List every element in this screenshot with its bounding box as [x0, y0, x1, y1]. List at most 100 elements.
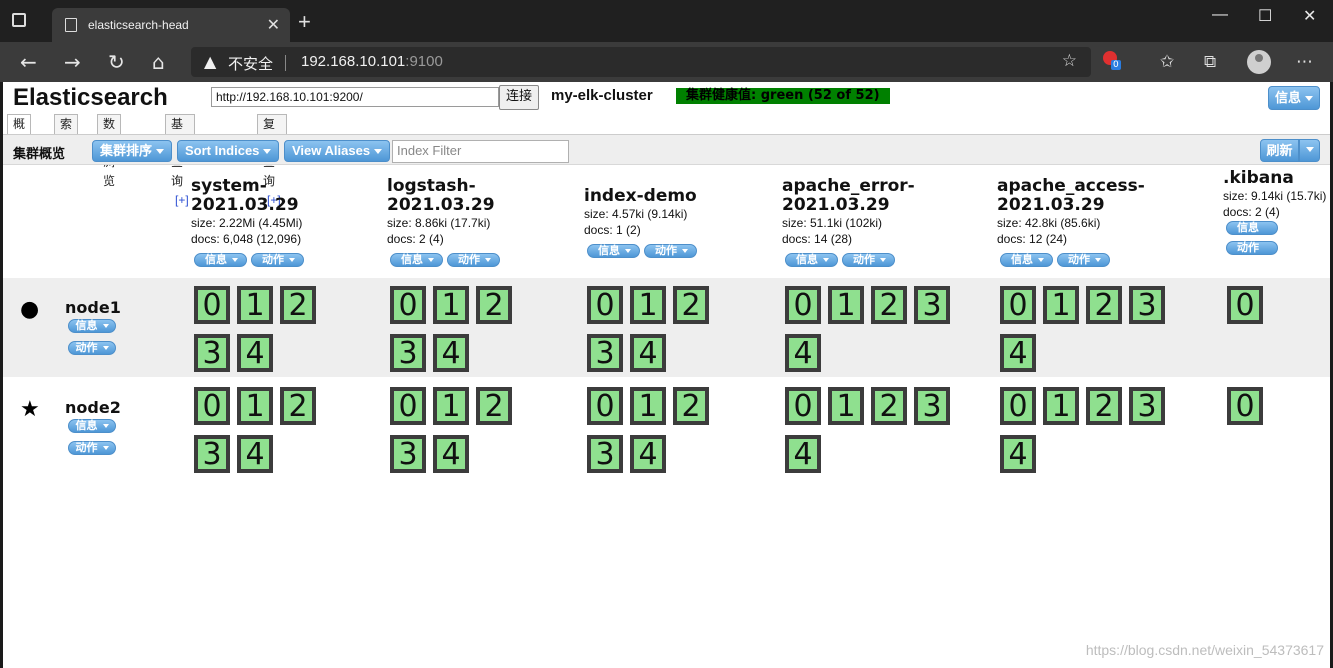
maximize-icon[interactable]: ☐: [1258, 6, 1272, 26]
index-info-button[interactable]: 信息: [1000, 253, 1053, 267]
shard-0[interactable]: 0: [587, 387, 623, 425]
shard-1[interactable]: 1: [237, 387, 273, 425]
shard-4[interactable]: 4: [433, 334, 469, 372]
shard-1[interactable]: 1: [828, 286, 864, 324]
shard-1[interactable]: 1: [1043, 387, 1079, 425]
shard-1[interactable]: 1: [433, 387, 469, 425]
avatar[interactable]: [1247, 50, 1271, 74]
tab-actions-icon[interactable]: [10, 10, 30, 30]
shard-2[interactable]: 2: [476, 286, 512, 324]
shard-0[interactable]: 0: [1227, 286, 1263, 324]
shard-1[interactable]: 1: [237, 286, 273, 324]
shard-4[interactable]: 4: [630, 435, 666, 473]
shard-4[interactable]: 4: [630, 334, 666, 372]
shard-1[interactable]: 1: [630, 387, 666, 425]
shard-3[interactable]: 3: [914, 387, 950, 425]
es-url-input[interactable]: http://192.168.10.101:9200/: [211, 87, 499, 107]
node-action-button[interactable]: 动作: [68, 441, 116, 455]
index-info-button[interactable]: 信息: [194, 253, 247, 267]
shard-0[interactable]: 0: [785, 387, 821, 425]
url-text[interactable]: 192.168.10.101:9100: [301, 53, 443, 70]
shard-0[interactable]: 0: [1000, 387, 1036, 425]
extension-icon[interactable]: 0: [1103, 51, 1123, 71]
index-action-button[interactable]: 动作: [644, 244, 697, 258]
index-action-button[interactable]: 动作: [447, 253, 500, 267]
shard-1[interactable]: 1: [828, 387, 864, 425]
shard-3[interactable]: 3: [390, 334, 426, 372]
index-info-button[interactable]: 信息: [587, 244, 640, 258]
shard-2[interactable]: 2: [673, 286, 709, 324]
more-icon[interactable]: ⋯: [1296, 52, 1313, 72]
shard-4[interactable]: 4: [1000, 334, 1036, 372]
tab-compound-query[interactable]: 复合查询[+]: [257, 114, 287, 207]
forward-icon[interactable]: →: [64, 50, 81, 74]
reload-icon[interactable]: ↻: [108, 50, 125, 74]
shard-3[interactable]: 3: [587, 435, 623, 473]
connect-button[interactable]: 连接: [499, 85, 540, 110]
shard-4[interactable]: 4: [433, 435, 469, 473]
collections-icon[interactable]: ⧉: [1204, 52, 1216, 72]
home-icon[interactable]: ⌂: [152, 50, 165, 74]
new-tab-icon[interactable]: +: [298, 9, 311, 35]
shard-1[interactable]: 1: [1043, 286, 1079, 324]
shard-0[interactable]: 0: [1227, 387, 1263, 425]
tab-indices[interactable]: 索引: [54, 114, 79, 150]
view-aliases-button[interactable]: View Aliases: [284, 140, 391, 162]
shard-3[interactable]: 3: [194, 334, 230, 372]
index-filter-input[interactable]: Index Filter: [392, 140, 569, 163]
shard-3[interactable]: 3: [587, 334, 623, 372]
index-info-button[interactable]: 信息: [390, 253, 443, 267]
node-action-button[interactable]: 动作: [68, 341, 116, 355]
close-window-icon[interactable]: ✕: [1303, 6, 1316, 26]
node-info-button[interactable]: 信息: [68, 419, 116, 433]
close-tab-icon[interactable]: ✕: [267, 15, 280, 34]
shard-0[interactable]: 0: [587, 286, 623, 324]
refresh-dropdown[interactable]: [1299, 139, 1320, 162]
warning-icon[interactable]: ▲: [204, 52, 216, 71]
shard-4[interactable]: 4: [785, 435, 821, 473]
shard-3[interactable]: 3: [1129, 286, 1165, 324]
tab-browser[interactable]: 数据浏览: [97, 114, 122, 188]
shard-0[interactable]: 0: [390, 286, 426, 324]
index-action-button[interactable]: 动作: [1057, 253, 1110, 267]
node-info-button[interactable]: 信息: [68, 319, 116, 333]
shard-2[interactable]: 2: [280, 387, 316, 425]
index-info-button[interactable]: 信息: [785, 253, 838, 267]
shard-0[interactable]: 0: [785, 286, 821, 324]
tab-overview[interactable]: 概览: [7, 114, 32, 150]
back-icon[interactable]: ←: [20, 50, 37, 74]
shard-0[interactable]: 0: [194, 387, 230, 425]
minimize-icon[interactable]: —: [1212, 6, 1228, 24]
index-info-button[interactable]: 信息: [1226, 221, 1278, 243]
shard-4[interactable]: 4: [237, 334, 273, 372]
shard-1[interactable]: 1: [433, 286, 469, 324]
url-field[interactable]: ▲ 不安全 192.168.10.101:9100 ☆: [191, 47, 1091, 77]
shard-0[interactable]: 0: [1000, 286, 1036, 324]
shard-0[interactable]: 0: [390, 387, 426, 425]
shard-2[interactable]: 2: [673, 387, 709, 425]
shard-2[interactable]: 2: [871, 387, 907, 425]
shard-3[interactable]: 3: [390, 435, 426, 473]
index-action-button[interactable]: 动作: [1226, 241, 1278, 263]
shard-2[interactable]: 2: [871, 286, 907, 324]
shard-4[interactable]: 4: [785, 334, 821, 372]
info-menu-button[interactable]: 信息: [1268, 86, 1320, 110]
shard-2[interactable]: 2: [280, 286, 316, 324]
tab-basic-query[interactable]: 基本查询[+]: [165, 114, 195, 207]
browser-tab[interactable]: elasticsearch-head ✕: [52, 8, 290, 42]
shard-2[interactable]: 2: [1086, 286, 1122, 324]
shard-2[interactable]: 2: [1086, 387, 1122, 425]
shard-2[interactable]: 2: [476, 387, 512, 425]
shard-4[interactable]: 4: [1000, 435, 1036, 473]
index-action-button[interactable]: 动作: [251, 253, 304, 267]
insecure-label[interactable]: 不安全: [228, 53, 273, 74]
add-favorite-icon[interactable]: ☆: [1062, 51, 1077, 71]
shard-0[interactable]: 0: [194, 286, 230, 324]
shard-4[interactable]: 4: [237, 435, 273, 473]
sort-cluster-button[interactable]: 集群排序: [92, 140, 173, 162]
shard-3[interactable]: 3: [1129, 387, 1165, 425]
shard-3[interactable]: 3: [194, 435, 230, 473]
shard-3[interactable]: 3: [914, 286, 950, 324]
index-action-button[interactable]: 动作: [842, 253, 895, 267]
sort-indices-button[interactable]: Sort Indices: [177, 140, 280, 162]
